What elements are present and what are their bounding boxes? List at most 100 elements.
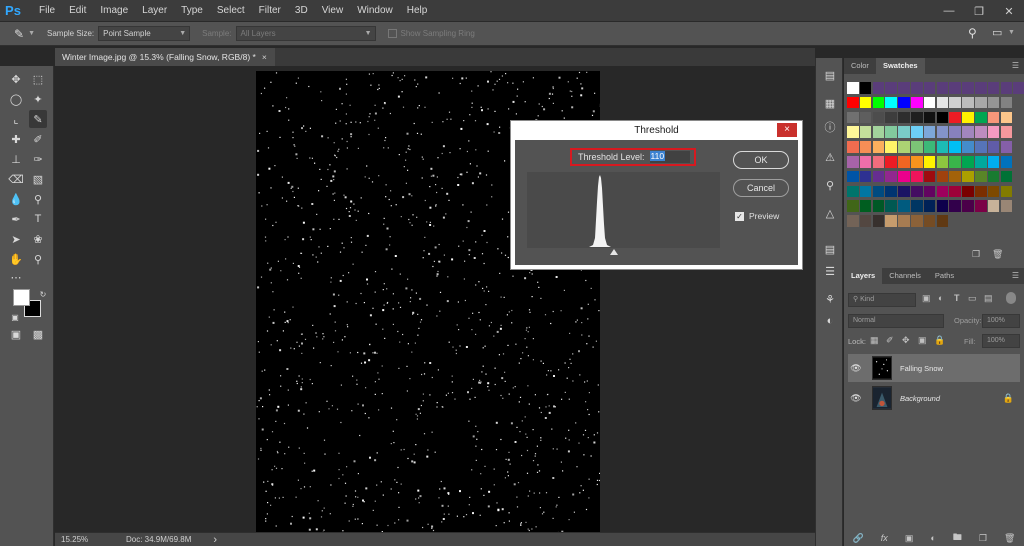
swatch[interactable] [898, 82, 910, 94]
swatch[interactable] [936, 126, 949, 138]
fx-icon[interactable]: fx [881, 533, 888, 543]
swatch[interactable] [885, 111, 897, 124]
swatch[interactable] [859, 82, 872, 94]
marquee-tool-icon[interactable]: ⬚ [29, 70, 47, 88]
filter-pixel-icon[interactable]: ▣ [922, 293, 931, 304]
swatch[interactable] [911, 156, 923, 168]
swatch[interactable] [962, 82, 974, 94]
swatch[interactable] [962, 111, 974, 124]
close-icon[interactable]: × [262, 52, 267, 62]
menu-file[interactable]: File [32, 0, 62, 22]
panel-menu-icon[interactable]: ☰ [1012, 271, 1019, 280]
new-layer-icon[interactable]: ❐ [979, 533, 987, 544]
swatch[interactable] [1000, 96, 1013, 109]
swatch[interactable] [872, 156, 885, 168]
fill-field[interactable]: 100% [982, 334, 1020, 348]
menu-filter[interactable]: Filter [252, 0, 288, 22]
layer-row-falling-snow[interactable]: 👁 Falling Snow [848, 354, 1020, 382]
swatch[interactable] [885, 156, 897, 168]
swatch[interactable] [859, 200, 872, 212]
swatch[interactable] [1000, 141, 1013, 153]
panel-menu-icon[interactable]: ☰ [1012, 61, 1019, 70]
swatch[interactable] [949, 141, 961, 153]
swatch[interactable] [847, 170, 859, 183]
swatch[interactable] [872, 111, 885, 124]
swatch[interactable] [962, 200, 974, 212]
swatch[interactable] [847, 141, 859, 153]
swatch[interactable] [975, 141, 987, 153]
menu-help[interactable]: Help [400, 0, 435, 22]
type-tool-icon[interactable]: T [29, 210, 47, 228]
pen-tool-icon[interactable]: ✒ [7, 210, 25, 228]
menu-view[interactable]: View [315, 0, 351, 22]
swatch[interactable] [975, 170, 987, 183]
tool-preset-chevron-icon[interactable]: ▼ [28, 30, 35, 37]
swatch[interactable] [885, 200, 897, 212]
swatch[interactable] [962, 185, 974, 198]
swatch[interactable] [949, 96, 961, 109]
custom-shape-tool-icon[interactable]: ❀ [29, 230, 47, 248]
swatch[interactable] [872, 126, 885, 138]
zoom-tool-icon[interactable]: ⚲ [29, 250, 47, 268]
quick-mask-icon[interactable]: ▣ [7, 325, 25, 343]
swatch[interactable] [872, 82, 885, 94]
swatch[interactable] [949, 185, 961, 198]
swatch[interactable] [962, 126, 974, 138]
lock-artboard-icon[interactable]: ▣ [918, 335, 927, 346]
lasso-tool-icon[interactable]: ◯ [7, 90, 25, 108]
threshold-level-input[interactable]: 110 [649, 151, 690, 163]
swatch[interactable] [1000, 185, 1013, 198]
eye-icon[interactable]: 👁 [848, 393, 864, 404]
swatch[interactable] [911, 111, 923, 124]
more-tools-icon[interactable]: ⋯ [7, 268, 25, 286]
restore-icon[interactable]: ❐ [964, 0, 994, 22]
swatch[interactable] [987, 141, 1000, 153]
path-selection-tool-icon[interactable]: ➤ [7, 230, 25, 248]
swatch[interactable] [962, 156, 974, 168]
swatch[interactable] [885, 185, 897, 198]
swatch[interactable] [923, 200, 936, 212]
blur-tool-icon[interactable]: 💧 [7, 190, 25, 208]
swatch[interactable] [847, 215, 859, 227]
sample-select[interactable]: All Layers ▼ [235, 26, 376, 41]
swatch[interactable] [923, 170, 936, 183]
swatch[interactable] [936, 96, 949, 109]
swatch[interactable] [923, 96, 936, 109]
swatch[interactable] [987, 126, 1000, 138]
gradient-tool-icon[interactable]: ▧ [29, 170, 47, 188]
blend-mode-select[interactable]: Normal [848, 314, 944, 328]
swatch[interactable] [936, 215, 949, 227]
swatch[interactable] [898, 96, 910, 109]
swatch[interactable] [975, 156, 987, 168]
menu-edit[interactable]: Edit [62, 0, 93, 22]
opacity-field[interactable]: 100% [982, 314, 1020, 328]
swatch[interactable] [859, 156, 872, 168]
menu-3d[interactable]: 3D [288, 0, 315, 22]
swatch[interactable] [1000, 200, 1013, 212]
workspace-icon[interactable]: ▭ [992, 26, 1002, 39]
swatch[interactable] [847, 82, 859, 94]
swap-colors-icon[interactable]: ↻ [34, 285, 52, 303]
brush-tool-icon[interactable]: ✐ [29, 130, 47, 148]
swatch[interactable] [898, 111, 910, 124]
swatch[interactable] [949, 200, 961, 212]
swatch[interactable] [975, 126, 987, 138]
filter-smart-object-icon[interactable]: ▤ [984, 293, 993, 304]
swatch[interactable] [911, 215, 923, 227]
character-icon[interactable]: ☰ [821, 262, 839, 280]
swatch[interactable] [872, 170, 885, 183]
swatch[interactable] [872, 185, 885, 198]
swatch[interactable] [1013, 82, 1024, 94]
swatch[interactable] [847, 96, 859, 109]
trash-icon[interactable]: 🗑 [1004, 533, 1015, 544]
swatch[interactable] [1000, 170, 1013, 183]
layer-row-background[interactable]: 👁 Background 🔒 [848, 384, 1020, 412]
swatch[interactable] [987, 82, 1000, 94]
swatch[interactable] [847, 111, 859, 124]
swatch[interactable] [923, 215, 936, 227]
swatch[interactable] [885, 126, 897, 138]
swatch[interactable] [923, 111, 936, 124]
clone-stamp-tool-icon[interactable]: ⊥ [7, 150, 25, 168]
swatch[interactable] [859, 215, 872, 227]
filter-type-icon[interactable]: T [954, 293, 960, 303]
